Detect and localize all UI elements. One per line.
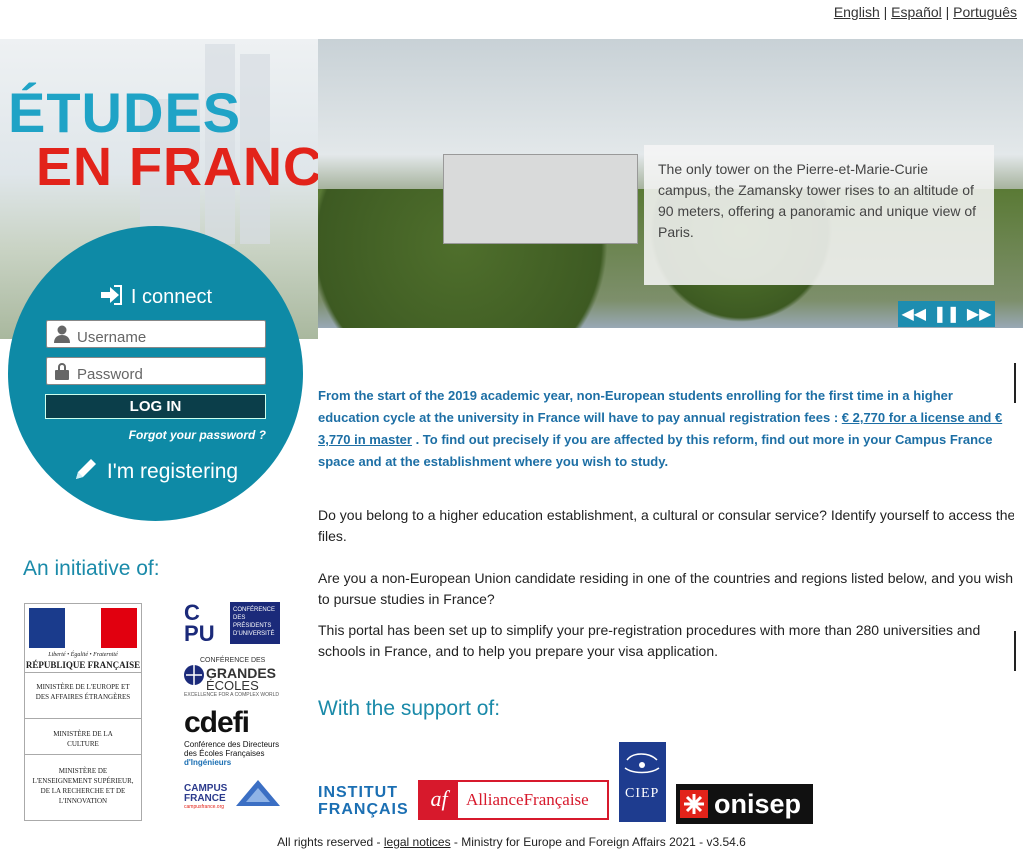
zamansky-tower-image xyxy=(443,154,638,244)
institut-francais-logo[interactable]: INSTITUT FRANÇAIS xyxy=(318,784,410,820)
cge-top: CONFÉRENCE DES xyxy=(200,657,266,664)
onisep-star-icon xyxy=(680,790,708,818)
lock-icon xyxy=(55,363,69,380)
cge-globe-icon xyxy=(184,665,204,685)
rf-ministry-2: MINISTÈRE DE LA CULTURE xyxy=(53,730,113,748)
alliance-francaise-logo[interactable]: af AllianceFrançaise xyxy=(418,780,609,820)
ciep-logo[interactable]: CIEP xyxy=(619,742,666,822)
registration-fees-notice: From the start of the 2019 academic year… xyxy=(318,385,1013,473)
user-icon xyxy=(54,325,70,343)
cge-logo[interactable]: CONFÉRENCE DES GRANDES ÉCOLES EXCELLENCE… xyxy=(184,657,282,699)
content-scrollbar[interactable] xyxy=(1014,363,1017,673)
scroll-thumb-top[interactable] xyxy=(1014,363,1016,403)
campus-pyramid-icon xyxy=(236,780,280,806)
username-placeholder: Username xyxy=(77,329,147,346)
institut-l1: INSTITUT xyxy=(318,784,398,801)
onisep-text: onisep xyxy=(714,789,802,819)
onisep-logo[interactable]: onisep xyxy=(676,784,813,824)
connect-heading: I connect xyxy=(8,284,303,309)
cge-bot: ÉCOLES xyxy=(206,678,259,693)
divider xyxy=(25,718,141,719)
alliance-af: af xyxy=(420,782,458,818)
rf-name: RÉPUBLIQUE FRANÇAISE xyxy=(25,660,141,670)
lang-portuguese[interactable]: Português xyxy=(953,4,1017,20)
pencil-icon xyxy=(75,459,96,479)
cpu-u: U xyxy=(198,621,215,646)
password-input[interactable]: Password xyxy=(46,357,266,385)
alliance-name: AllianceFrançaise xyxy=(466,790,589,809)
carousel-controls: ◀◀ ❚❚ ▶▶ xyxy=(898,301,995,327)
logo-line-1: ÉTUDES xyxy=(8,81,242,144)
lang-separator-1: | xyxy=(883,4,888,20)
notice-text-2: . To find out precisely if you are affec… xyxy=(318,432,993,469)
initiative-heading: An initiative of: xyxy=(23,557,160,580)
register-link[interactable]: I'm registering xyxy=(8,456,303,484)
username-input[interactable]: Username xyxy=(46,320,266,348)
cpu-text: CONFÉRENCE DES PRÉSIDENTS D'UNIVERSITÉ xyxy=(230,602,280,644)
cdefi-text-3: d'Ingénieurs xyxy=(184,758,232,767)
footer-rest: - Ministry for Europe and Foreign Affair… xyxy=(450,835,746,849)
connect-label: I connect xyxy=(130,286,213,308)
register-label: I'm registering xyxy=(106,460,239,483)
divider xyxy=(25,754,141,755)
divider xyxy=(25,672,141,673)
intro-paragraph-3: This portal has been set up to simplify … xyxy=(318,622,981,659)
etudes-en-france-logo[interactable]: ÉTUDES EN FRANCE xyxy=(8,81,360,195)
pause-icon[interactable]: ❚❚ xyxy=(933,304,960,324)
marianne-flag-icon xyxy=(29,608,137,648)
campus-url: campusfrance.org xyxy=(184,804,225,810)
logo-line-2: EN FRANCE xyxy=(36,140,360,194)
footer-rights: All rights reserved - xyxy=(277,835,384,849)
campus-l2: FRANCE xyxy=(184,793,226,804)
cpu-logo[interactable]: C PU CONFÉRENCE DES PRÉSIDENTS D'UNIVERS… xyxy=(184,602,280,646)
scroll-thumb-bottom[interactable] xyxy=(1014,631,1016,671)
cdefi-text-2: des Écoles Françaises xyxy=(184,749,265,758)
logo-en: EN xyxy=(36,137,130,197)
lang-separator-2: | xyxy=(945,4,950,20)
footer: All rights reserved - legal notices - Mi… xyxy=(0,835,1023,849)
cdefi-logo[interactable]: cdefi Conférence des Directeurs des Écol… xyxy=(184,706,284,774)
globe-icon xyxy=(624,753,660,774)
support-heading: With the support of: xyxy=(318,697,501,720)
cpu-letters: C PU xyxy=(184,602,215,646)
lang-spanish[interactable]: Español xyxy=(891,4,942,20)
rf-ministry-1: MINISTÈRE DE L'EUROPE ET DES AFFAIRES ÉT… xyxy=(35,683,131,701)
previous-icon[interactable]: ◀◀ xyxy=(901,304,926,324)
password-placeholder: Password xyxy=(77,366,143,383)
institut-l2: FRANÇAIS xyxy=(318,801,409,818)
cpu-p: P xyxy=(184,621,199,646)
intro-paragraph-1: Do you belong to a higher education esta… xyxy=(318,507,1016,544)
forgot-password-link[interactable]: Forgot your password ? xyxy=(129,428,266,442)
intro-paragraph-2: Are you a non-European Union candidate r… xyxy=(318,570,1014,607)
sign-in-icon xyxy=(100,285,122,305)
cdefi-text-1: Conférence des Directeurs xyxy=(184,740,280,749)
ciep-text: CIEP xyxy=(625,786,660,801)
rf-motto: Liberté • Égalité • Fraternité xyxy=(48,652,118,658)
cdefi-wordmark: cdefi xyxy=(184,706,250,739)
rf-ministry-3: MINISTÈRE DE L'ENSEIGNEMENT SUPÉRIEUR, D… xyxy=(32,767,134,805)
legal-notices-link[interactable]: legal notices xyxy=(384,835,451,849)
next-icon[interactable]: ▶▶ xyxy=(967,304,992,324)
republique-francaise-logo[interactable]: Liberté • Égalité • Fraternité RÉPUBLIQU… xyxy=(24,603,142,821)
login-panel: I connect Username Password LOG IN Forgo… xyxy=(8,226,303,521)
carousel-caption: The only tower on the Pierre-et-Marie-Cu… xyxy=(644,145,994,285)
campus-france-logo[interactable]: CAMPUS FRANCE campusfrance.org xyxy=(184,780,280,810)
lang-english[interactable]: English xyxy=(834,4,880,20)
cge-tag: EXCELLENCE FOR A COMPLEX WORLD xyxy=(184,692,280,698)
language-switcher: English | Español | Português xyxy=(834,4,1017,20)
login-button[interactable]: LOG IN xyxy=(45,394,266,419)
